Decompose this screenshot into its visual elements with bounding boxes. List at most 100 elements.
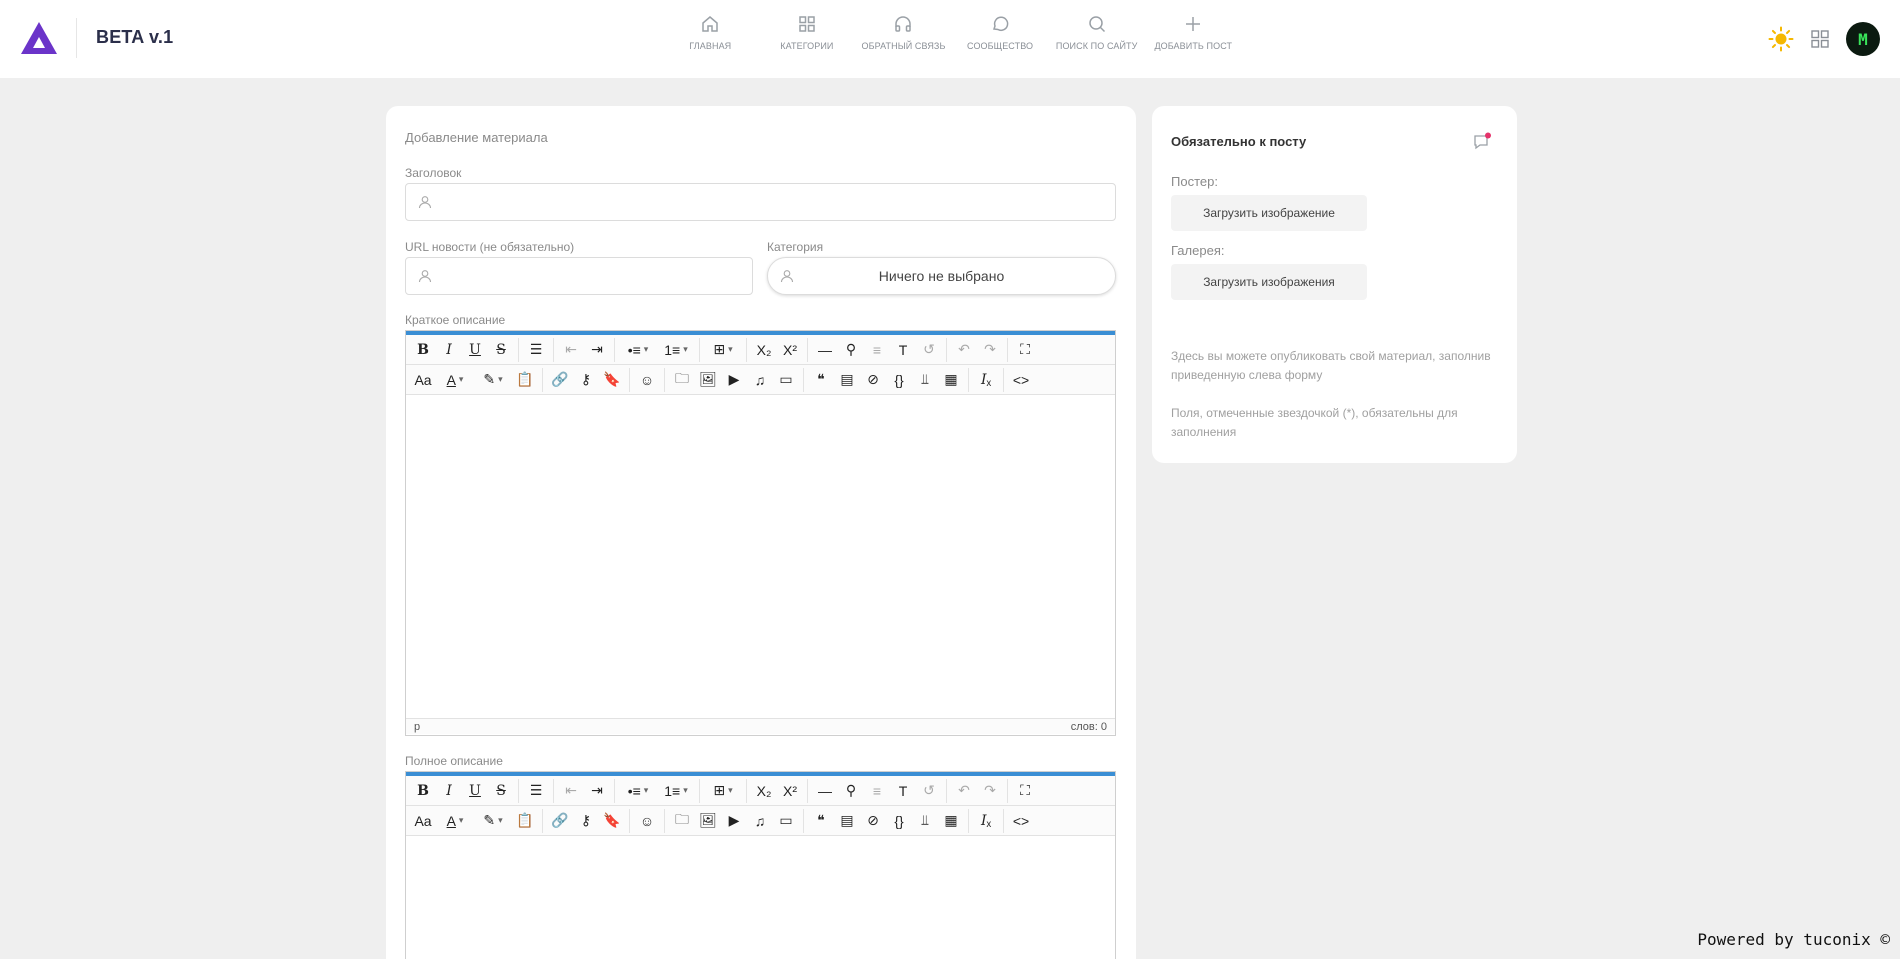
upload-poster-button[interactable]: Загрузить изображение — [1171, 195, 1367, 231]
superscript-button[interactable]: X² — [777, 779, 803, 803]
text-format-button[interactable]: T — [890, 338, 916, 362]
url-input[interactable] — [442, 258, 748, 294]
video-button[interactable]: ▶ — [721, 809, 747, 833]
strikethrough-button[interactable]: S — [488, 779, 514, 803]
highlight-button[interactable]: ✎ ▾ — [474, 809, 512, 833]
audio-button[interactable]: ♫ — [747, 809, 773, 833]
subscript-button[interactable]: X₂ — [751, 338, 777, 362]
subscript-button[interactable]: X₂ — [751, 779, 777, 803]
redo-button[interactable]: ↷ — [977, 779, 1003, 803]
find-button[interactable]: ⚲ — [838, 338, 864, 362]
horizontal-rule-button[interactable]: — — [812, 338, 838, 362]
key-button[interactable]: ⚷ — [573, 368, 599, 392]
paste-button[interactable]: 📋 — [512, 809, 538, 833]
strikethrough-button[interactable]: S — [488, 338, 514, 362]
page-break-button[interactable]: ⫫ — [912, 809, 938, 833]
paste-button[interactable]: 📋 — [512, 368, 538, 392]
fullscreen-button[interactable]: ⛶ — [1012, 338, 1038, 362]
bookmark-button[interactable]: 🔖 — [599, 368, 625, 392]
table-button[interactable]: ⊞ ▾ — [704, 338, 742, 362]
hide-button[interactable]: ⊘ — [860, 809, 886, 833]
outdent-button[interactable]: ⇤ — [558, 338, 584, 362]
redo-button[interactable]: ↷ — [977, 338, 1003, 362]
emoji-button[interactable]: ☺ — [634, 809, 660, 833]
numbered-list-button[interactable]: 1≡ ▾ — [657, 779, 695, 803]
indent-button[interactable]: ⇥ — [584, 338, 610, 362]
bookmark-button[interactable]: 🔖 — [599, 809, 625, 833]
font-size-button[interactable]: Aa — [410, 809, 436, 833]
history-button[interactable]: ↺ — [916, 338, 942, 362]
key-button[interactable]: ⚷ — [573, 809, 599, 833]
clear-format-button[interactable]: Iₓ — [973, 368, 999, 392]
history-button[interactable]: ↺ — [916, 779, 942, 803]
bullet-list-button[interactable]: •≡ ▾ — [619, 779, 657, 803]
spoiler-button[interactable]: ▤ — [834, 368, 860, 392]
italic-button[interactable]: I — [436, 338, 462, 362]
title-input[interactable] — [442, 184, 1111, 220]
align-right-button[interactable]: ≡ — [864, 338, 890, 362]
file-manager-button[interactable]: 🗀 — [669, 368, 695, 392]
emoji-button[interactable]: ☺ — [634, 368, 660, 392]
link-button[interactable]: 🔗 — [547, 368, 573, 392]
file-manager-button[interactable]: 🗀 — [669, 809, 695, 833]
image-button[interactable]: 🖼 — [695, 368, 721, 392]
image-button[interactable]: 🖼 — [695, 809, 721, 833]
media-button[interactable]: ▭ — [773, 809, 799, 833]
url-field[interactable] — [405, 257, 753, 295]
source-code-button[interactable]: <> — [1008, 809, 1034, 833]
nav-home[interactable]: ГЛАВНАЯ — [662, 14, 759, 60]
align-center-button[interactable]: ☰ — [523, 338, 549, 362]
bold-button[interactable]: B — [410, 338, 436, 362]
full-description-content[interactable] — [406, 836, 1115, 959]
text-color-button[interactable]: A ▾ — [436, 368, 474, 392]
notification-chat-icon[interactable] — [1472, 132, 1492, 152]
spoiler-button[interactable]: ▤ — [834, 809, 860, 833]
user-avatar[interactable]: M — [1846, 22, 1880, 56]
indent-button[interactable]: ⇥ — [584, 779, 610, 803]
title-field[interactable] — [405, 183, 1116, 221]
code-block-button[interactable]: {} — [886, 368, 912, 392]
find-button[interactable]: ⚲ — [838, 779, 864, 803]
nav-categories[interactable]: КАТЕГОРИИ — [759, 14, 856, 60]
brand-name[interactable]: BETA v.1 — [96, 27, 173, 48]
code-block-button[interactable]: {} — [886, 809, 912, 833]
hide-button[interactable]: ⊘ — [860, 368, 886, 392]
font-size-button[interactable]: Aa — [410, 368, 436, 392]
short-description-content[interactable] — [406, 395, 1115, 718]
sun-icon[interactable] — [1768, 26, 1794, 52]
apps-grid-icon[interactable] — [1810, 29, 1830, 49]
highlight-button[interactable]: ✎ ▾ — [474, 368, 512, 392]
category-select[interactable]: Ничего не выбрано — [767, 257, 1116, 295]
text-color-button[interactable]: A ▾ — [436, 809, 474, 833]
link-button[interactable]: 🔗 — [547, 809, 573, 833]
underline-button[interactable]: U — [462, 779, 488, 803]
italic-button[interactable]: I — [436, 779, 462, 803]
undo-button[interactable]: ↶ — [951, 338, 977, 362]
outdent-button[interactable]: ⇤ — [558, 779, 584, 803]
page-break-button[interactable]: ⫫ — [912, 368, 938, 392]
underline-button[interactable]: U — [462, 338, 488, 362]
nav-add-post[interactable]: ДОБАВИТЬ ПОСТ — [1145, 14, 1242, 60]
horizontal-rule-button[interactable]: — — [812, 779, 838, 803]
grid-table-button[interactable]: ▦ — [938, 368, 964, 392]
audio-button[interactable]: ♫ — [747, 368, 773, 392]
video-button[interactable]: ▶ — [721, 368, 747, 392]
table-button[interactable]: ⊞ ▾ — [704, 779, 742, 803]
quote-button[interactable]: ❝ — [808, 809, 834, 833]
upload-gallery-button[interactable]: Загрузить изображения — [1171, 264, 1367, 300]
source-code-button[interactable]: <> — [1008, 368, 1034, 392]
nav-search[interactable]: ПОИСК ПО САЙТУ — [1048, 14, 1145, 60]
align-center-button[interactable]: ☰ — [523, 779, 549, 803]
superscript-button[interactable]: X² — [777, 338, 803, 362]
fullscreen-button[interactable]: ⛶ — [1012, 779, 1038, 803]
quote-button[interactable]: ❝ — [808, 368, 834, 392]
align-right-button[interactable]: ≡ — [864, 779, 890, 803]
nav-feedback[interactable]: ОБРАТНЫЙ СВЯЗЬ — [855, 14, 952, 60]
undo-button[interactable]: ↶ — [951, 779, 977, 803]
clear-format-button[interactable]: Iₓ — [973, 809, 999, 833]
text-format-button[interactable]: T — [890, 779, 916, 803]
numbered-list-button[interactable]: 1≡ ▾ — [657, 338, 695, 362]
nav-community[interactable]: СООБЩЕСТВО — [952, 14, 1049, 60]
bullet-list-button[interactable]: •≡ ▾ — [619, 338, 657, 362]
grid-table-button[interactable]: ▦ — [938, 809, 964, 833]
